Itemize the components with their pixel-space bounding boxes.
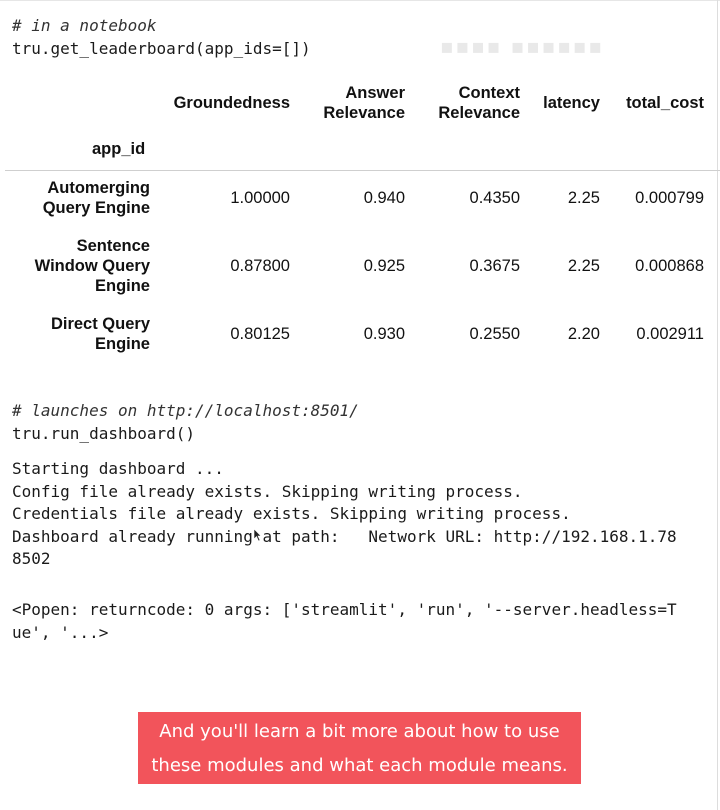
popen-output-line: <Popen: returncode: 0 args: ['streamlit'… xyxy=(12,600,677,619)
cell-total-cost: 0.002911 xyxy=(636,325,704,343)
row-label-line: Automerging xyxy=(47,179,150,197)
output-line: Credentials file already exists. Skippin… xyxy=(12,504,571,523)
notebook-page: ▪▪▪▪ ▪▪▪▪▪▪ # in a notebook tru.get_lead… xyxy=(0,0,720,810)
table-row: Direct Query Engine 0.80125 0.930 0.2550… xyxy=(0,314,720,356)
col-header-answer-relevance-line1: Answer xyxy=(345,84,405,102)
code-comment-launches: # launches on http://localhost:8501/ xyxy=(12,401,359,420)
cell-answer-relevance: 0.930 xyxy=(363,325,405,343)
table-row: Sentence Window Query Engine 0.87800 0.9… xyxy=(0,236,720,298)
faint-watermark: ▪▪▪▪ ▪▪▪▪▪▪ xyxy=(440,34,604,58)
cell-latency: 2.25 xyxy=(567,257,600,275)
cell-context-relevance: 0.2550 xyxy=(469,325,520,343)
top-divider xyxy=(0,0,720,1)
cell-groundedness: 0.80125 xyxy=(230,325,290,343)
col-header-answer-relevance-line2: Relevance xyxy=(323,104,405,122)
row-label-direct-query: Direct Query Engine xyxy=(0,314,150,354)
subtitle-line-1: And you'll learn a bit more about how to… xyxy=(159,721,560,742)
popen-output-line: ue', '...> xyxy=(12,623,109,642)
code-get-leaderboard[interactable]: tru.get_leaderboard(app_ids=[]) xyxy=(12,39,311,58)
row-label-line: Query Engine xyxy=(42,199,150,217)
cell-total-cost: 0.000799 xyxy=(635,189,704,207)
output-line: Dashboard already running at path: Netwo… xyxy=(12,527,677,546)
row-label-line: Direct Query xyxy=(50,315,150,333)
row-label-automerging: Automerging Query Engine xyxy=(0,178,150,218)
col-header-context-relevance: Context Relevance xyxy=(438,83,520,123)
code-run-dashboard[interactable]: tru.run_dashboard() xyxy=(12,424,195,443)
table-row: Automerging Query Engine 1.00000 0.940 0… xyxy=(0,178,720,220)
col-header-groundedness: Groundedness xyxy=(173,94,290,112)
cell-latency: 2.25 xyxy=(567,189,600,207)
row-label-line: Engine xyxy=(94,277,150,295)
leaderboard-table: Groundedness Answer Relevance Context Re… xyxy=(0,80,720,370)
cell-groundedness: 0.87800 xyxy=(230,257,290,275)
cell-context-relevance: 0.4350 xyxy=(469,189,520,207)
col-header-context-relevance-line2: Relevance xyxy=(438,104,520,122)
index-header-app-id: app_id xyxy=(92,140,146,158)
col-header-context-relevance-line1: Context xyxy=(458,84,520,102)
text-cursor-icon xyxy=(253,528,261,542)
cell-latency: 2.20 xyxy=(567,325,600,343)
cell-context-relevance: 0.3675 xyxy=(469,257,520,275)
subtitle-line-2: these modules and what each module means… xyxy=(151,755,568,776)
row-label-line: Sentence xyxy=(76,237,150,255)
cell-answer-relevance: 0.925 xyxy=(363,257,405,275)
cell-groundedness: 1.00000 xyxy=(230,189,290,207)
col-header-total-cost: total_cost xyxy=(626,94,704,112)
video-subtitle: And you'll learn a bit more about how to… xyxy=(138,712,581,784)
output-line: 8502 xyxy=(12,549,51,568)
output-line: Config file already exists. Skipping wri… xyxy=(12,482,523,501)
table-header-divider xyxy=(5,170,720,171)
col-header-answer-relevance: Answer Relevance xyxy=(323,83,405,123)
col-header-latency: latency xyxy=(543,94,600,112)
output-line: Starting dashboard ... xyxy=(12,459,224,478)
row-label-line: Engine xyxy=(94,335,150,353)
cell-answer-relevance: 0.940 xyxy=(363,189,405,207)
cell-total-cost: 0.000868 xyxy=(635,257,704,275)
row-label-sentence-window: Sentence Window Query Engine xyxy=(0,236,150,296)
code-comment-notebook: # in a notebook xyxy=(12,16,157,35)
row-label-line: Window Query xyxy=(34,257,150,275)
